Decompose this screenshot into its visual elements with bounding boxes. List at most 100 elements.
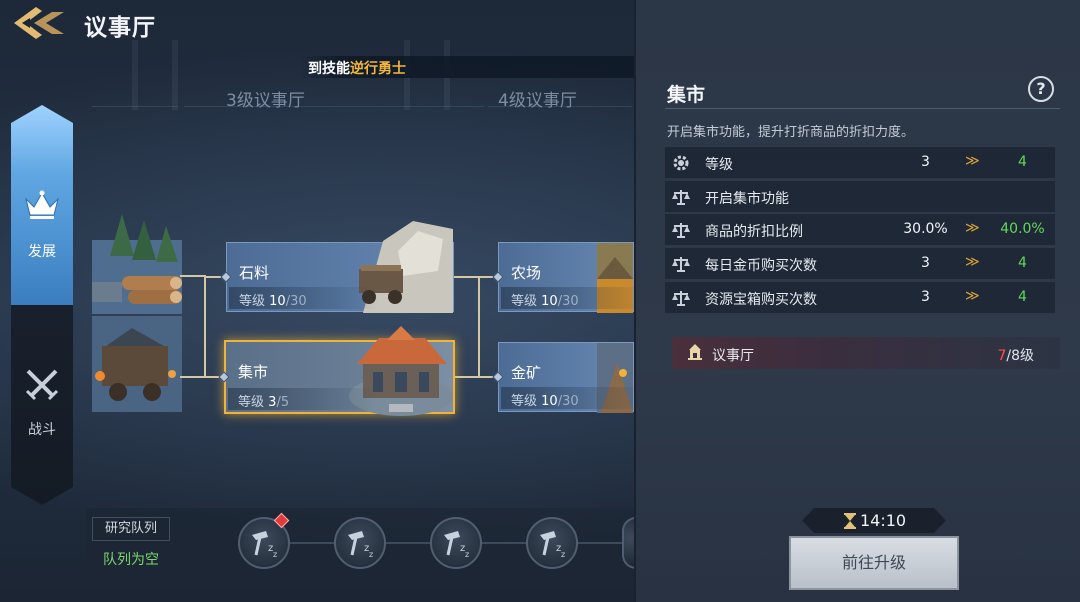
lumber-building-image[interactable]	[92, 212, 182, 314]
building-level: 等级 10/30	[229, 287, 379, 309]
building-level: 等级 10/30	[501, 287, 651, 309]
scale-icon	[672, 291, 690, 306]
announcement-text: 到技能逆行勇士	[308, 58, 406, 78]
idle-hammer-icon: z z	[252, 531, 277, 559]
stat-row-level: 等级 3 ≫ 4	[665, 147, 1055, 178]
research-queue-title: 研究队列	[92, 517, 170, 541]
idle-hammer-icon: z z	[540, 531, 565, 559]
svg-text:z: z	[273, 550, 277, 559]
go-upgrade-button[interactable]: 前往升级	[789, 536, 959, 590]
tier-label-3: 3级议事厅	[226, 91, 305, 111]
stat-label: 等级	[705, 157, 733, 173]
connector-line	[454, 276, 478, 278]
panel-description: 开启集市功能，提升打折商品的折扣力度。	[667, 125, 915, 140]
town-hall-icon	[688, 344, 702, 360]
building-name: 集市	[238, 363, 269, 381]
double-chevron-icon: ≫	[965, 153, 980, 169]
level-max: /5	[276, 395, 290, 410]
nav-tab-development[interactable]	[11, 105, 73, 305]
tier-divider	[184, 106, 484, 107]
hourglass-icon	[844, 513, 856, 529]
stat-label: 开启集市功能	[705, 191, 789, 207]
building-card-market[interactable]: 集市 等级 3/5	[224, 326, 455, 416]
building-level: 等级 3/5	[228, 388, 378, 410]
queue-slot[interactable]: z z	[334, 517, 386, 569]
stat-current: 3	[921, 255, 930, 271]
level-current: 10	[269, 294, 286, 309]
level-prefix: 等级	[511, 294, 538, 309]
level-max: /30	[285, 294, 307, 309]
stat-next: 4	[1018, 289, 1027, 305]
stat-label: 每日金币购买次数	[705, 258, 817, 274]
stat-next: 40.0%	[1000, 221, 1045, 237]
announcement-highlight: 逆行勇士	[350, 61, 406, 77]
stat-row-discount: 商品的折扣比例 30.0% ≫ 40.0%	[665, 214, 1055, 245]
building-card-farm[interactable]: 农场 等级 10/30	[498, 242, 651, 313]
page-title: 议事厅	[84, 15, 156, 41]
connector-line	[204, 275, 206, 378]
announcement-prefix: 到技能	[308, 61, 350, 77]
building-level: 等级 10/30	[501, 387, 651, 409]
timer-text: 14:10	[860, 511, 907, 530]
level-current: 10	[541, 294, 558, 309]
level-max: /30	[557, 294, 579, 309]
scale-icon	[672, 190, 690, 205]
building-card-gold-mine[interactable]: 金矿 等级 10/30	[498, 342, 651, 413]
stat-current: 30.0%	[903, 221, 948, 237]
svg-text:z: z	[561, 550, 565, 559]
back-button[interactable]	[12, 4, 68, 42]
idle-hammer-icon: z z	[348, 531, 373, 559]
level-current: 10	[541, 394, 558, 409]
back-arrow-icon	[14, 7, 64, 39]
double-chevron-icon: ≫	[965, 288, 980, 304]
help-button[interactable]: ?	[1028, 76, 1054, 102]
building-name: 农场	[511, 264, 542, 282]
connector-line	[454, 376, 478, 378]
bg-decoration	[132, 40, 178, 110]
research-queue-status: 队列为空	[103, 552, 159, 568]
stat-next: 4	[1018, 154, 1027, 170]
stat-label: 商品的折扣比例	[705, 224, 803, 240]
building-card-stone[interactable]: 石料 等级 10/30	[226, 221, 454, 313]
level-prefix: 等级	[238, 395, 265, 410]
tier-divider	[92, 106, 178, 107]
building-name: 金矿	[511, 364, 542, 382]
double-chevron-icon: ≫	[965, 254, 980, 270]
double-chevron-icon: ≫	[965, 220, 980, 236]
nav-label-battle: 战斗	[28, 422, 56, 438]
stat-row-unlock: 开启集市功能	[665, 181, 1055, 212]
tier-label-4: 4级议事厅	[498, 91, 577, 111]
tier-divider	[488, 106, 632, 107]
svg-text:z: z	[465, 550, 469, 559]
queue-slot[interactable]: z z	[526, 517, 578, 569]
connector-line	[180, 376, 204, 378]
idle-hammer-icon: z z	[444, 531, 469, 559]
connector-line	[478, 276, 480, 378]
panel-divider	[665, 108, 1060, 109]
stat-current: 3	[921, 289, 930, 305]
stat-current: 3	[921, 154, 930, 170]
level-prefix: 等级	[511, 394, 538, 409]
stat-next: 4	[1018, 255, 1027, 271]
svg-text:z: z	[369, 550, 373, 559]
requirement-required: /8级	[1006, 348, 1034, 364]
gear-icon	[673, 155, 689, 171]
level-prefix: 等级	[239, 294, 266, 309]
stat-row-gold-purchases: 每日金币购买次数 3 ≫ 4	[665, 248, 1055, 279]
queue-slot[interactable]: z z	[238, 512, 290, 569]
crown-icon	[25, 190, 59, 219]
building-name: 石料	[239, 264, 270, 282]
nav-label-development: 发展	[28, 244, 56, 260]
connector-line	[180, 275, 204, 277]
stat-label: 资源宝箱购买次数	[705, 292, 817, 308]
requirement-label: 议事厅	[712, 348, 754, 364]
crossed-swords-icon	[25, 369, 59, 401]
panel-title: 集市	[667, 84, 706, 106]
level-max: /30	[557, 394, 579, 409]
workshop-building-image[interactable]	[92, 316, 182, 412]
scale-icon	[672, 223, 690, 238]
stat-row-chest-purchases: 资源宝箱购买次数 3 ≫ 4	[665, 282, 1055, 313]
requirement-value: 7/8级	[990, 345, 1034, 365]
scale-icon	[672, 257, 690, 272]
queue-slot[interactable]: z z	[430, 517, 482, 569]
